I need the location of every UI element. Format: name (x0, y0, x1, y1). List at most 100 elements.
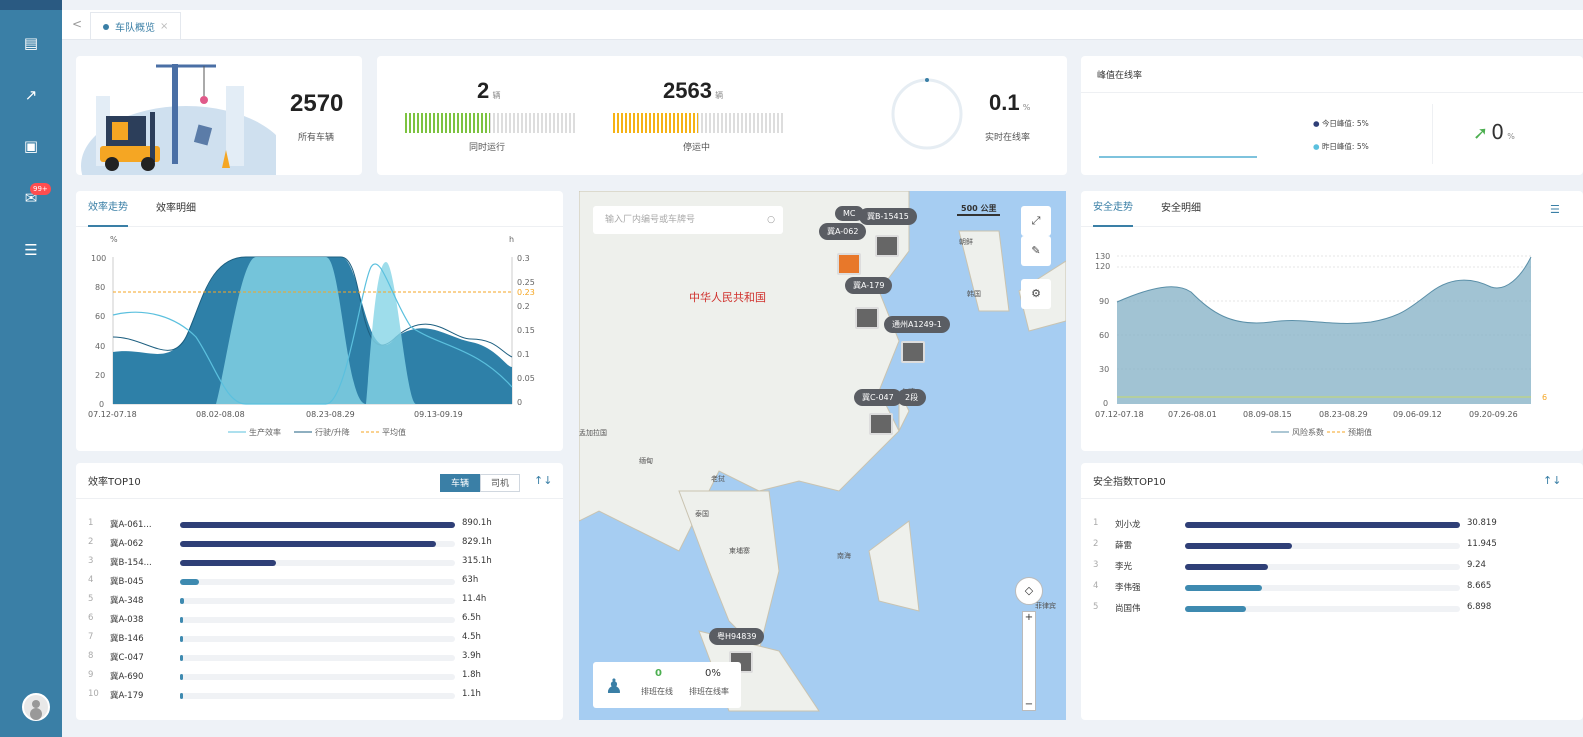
x-tick: 08.23-08.29 (306, 410, 355, 419)
settings-sliders-icon[interactable]: ☰ (1550, 203, 1560, 216)
rank-index: 7 (88, 632, 94, 642)
vehicle-marker[interactable] (855, 307, 879, 329)
vehicle-marker[interactable] (901, 341, 925, 363)
map-label-myanmar: 缅甸 (639, 457, 653, 465)
rank-bar (180, 636, 183, 642)
tab-fleet-overview[interactable]: 车队概览 × (90, 12, 182, 40)
map-label-laos: 老挝 (711, 475, 725, 483)
rank-index: 6 (88, 613, 94, 623)
tab-safety-detail[interactable]: 安全明细 (1161, 192, 1201, 226)
y-tick: 120 (1095, 262, 1110, 271)
rank-index: 4 (1093, 581, 1099, 591)
risk-area (1117, 257, 1531, 404)
toggle-driver[interactable]: 司机 (480, 474, 520, 492)
map-zoom-slider[interactable]: + − (1022, 611, 1036, 711)
rank-index: 4 (88, 575, 94, 585)
map-label-china: 中华人民共和国 (689, 291, 766, 304)
y-right-tick: 0.15 (517, 326, 535, 335)
y-tick: 80 (95, 283, 105, 292)
avatar[interactable] (22, 693, 50, 721)
tab-prev-button[interactable]: < (72, 17, 82, 31)
vehicle-pin[interactable]: 粤H94839 (709, 628, 765, 645)
dashboard-icon[interactable]: ▤ (21, 33, 41, 53)
map-scale: 500 公里 (957, 203, 1001, 216)
rank-index: 1 (88, 518, 94, 528)
close-icon[interactable]: × (160, 21, 168, 32)
rank-name: 冀C-047 (110, 653, 144, 663)
search-icon[interactable]: ○ (767, 206, 775, 234)
legend-risk: 风险系数 (1292, 427, 1324, 437)
map-label-southsea: 南海 (837, 552, 851, 560)
rank-name: 冀A-348 (110, 596, 144, 606)
stopped-gauge (613, 113, 783, 133)
rank-track (1185, 543, 1460, 549)
y-tick: 60 (95, 312, 105, 321)
y-tick: 20 (95, 371, 105, 380)
tab-efficiency-trend[interactable]: 效率走势 (88, 191, 128, 227)
tools-icon[interactable]: ✎ (1021, 236, 1051, 266)
rank-value: 3.9h (462, 651, 481, 661)
peak-today-text: 今日峰值: 5% (1321, 119, 1369, 128)
gear-icon[interactable]: ⚙ (1021, 279, 1051, 309)
tab-label: 车队概览 (115, 23, 155, 34)
y-tick: 0 (99, 400, 104, 409)
shift-online-rate-label: 排班在线率 (689, 687, 729, 696)
toggle-vehicle[interactable]: 车辆 (440, 474, 480, 492)
rank-index: 8 (88, 651, 94, 661)
rank-value: 890.1h (462, 518, 492, 528)
rank-bar (180, 598, 184, 604)
peak-change-unit: % (1507, 132, 1515, 141)
y-right-tick: 0 (517, 398, 522, 407)
peak-title: 峰值在线率 (1097, 71, 1143, 81)
vehicle-pin[interactable]: 冀C-047 (854, 389, 902, 406)
rank-value: 8.665 (1467, 581, 1492, 591)
vehicle-marker[interactable] (837, 253, 861, 275)
ranking-row: 6 冀A-038 6.5h (88, 612, 558, 626)
x-tick: 08.23-08.29 (1319, 410, 1368, 419)
vehicle-pin[interactable]: 2段 (897, 389, 927, 406)
vehicle-marker[interactable] (869, 413, 893, 435)
chart-icon[interactable]: ↗ (21, 85, 41, 105)
vehicle-icon[interactable]: ▣ (21, 136, 41, 156)
shift-online-rate: 0% (705, 668, 721, 679)
map-search-input[interactable]: 输入厂内编号或车牌号 ○ (593, 206, 783, 234)
rank-track (180, 579, 455, 585)
map-pan-control[interactable]: ◇ (1015, 577, 1043, 605)
rank-index: 10 (88, 689, 99, 699)
zoom-out-icon[interactable]: − (1023, 699, 1035, 710)
running-label: 同时运行 (469, 143, 506, 153)
sort-icon[interactable]: ↑↓ (534, 474, 552, 487)
stopped-stat: 2563 辆 (663, 78, 723, 104)
ranking-row: 1 刘小龙 30.819 (1093, 517, 1563, 531)
zoom-in-icon[interactable]: + (1023, 612, 1035, 623)
ranking-row: 4 冀B-045 63h (88, 574, 558, 588)
notification-badge: 99+ (30, 183, 51, 195)
rank-bar (180, 522, 455, 528)
efficiency-chart: % h 100 80 60 40 20 0 0.3 0.25 0.2 0.15 … (88, 235, 535, 437)
y-tick: 30 (1099, 365, 1109, 374)
vehicle-pin[interactable]: 冀B-15415 (859, 208, 917, 225)
rank-index: 9 (88, 670, 94, 680)
tab-efficiency-detail[interactable]: 效率明细 (156, 192, 196, 226)
rank-value: 30.819 (1467, 518, 1497, 528)
stopped-unit: 辆 (715, 91, 724, 100)
tab-safety-trend[interactable]: 安全走势 (1093, 191, 1133, 227)
settings-sliders-icon[interactable]: ☰ (21, 240, 41, 260)
y-right-tick: 0.3 (517, 254, 530, 263)
peak-change: ➚ 0 % (1473, 120, 1515, 144)
ranking-row: 2 冀A-062 829.1h (88, 536, 558, 550)
vehicle-marker[interactable] (875, 235, 899, 257)
vehicle-pin[interactable]: 冀A-179 (845, 277, 893, 294)
sidebar: ▤ ↗ ▣ ✉ 99+ ☰ (0, 0, 62, 737)
ranking-row: 10 冀A-179 1.1h (88, 688, 558, 702)
sort-icon[interactable]: ↑↓ (1543, 474, 1561, 487)
vehicle-pin[interactable]: 通州A1249-1 (884, 316, 950, 333)
rank-bar (180, 541, 436, 547)
running-stat: 2 辆 (477, 78, 500, 104)
rank-value: 315.1h (462, 556, 492, 566)
fullscreen-icon[interactable]: ⤢ (1021, 206, 1051, 236)
safety-top10-header: 安全指数TOP10 (1081, 463, 1583, 499)
map-panel[interactable]: 输入厂内编号或车牌号 ○ 500 公里 ⤢ ✎ ⚙ 中华人民共和国 韩国 朝鲜 … (579, 191, 1066, 720)
rank-name: 刘小龙 (1115, 520, 1141, 530)
vehicle-pin[interactable]: 冀A-062 (819, 223, 867, 240)
